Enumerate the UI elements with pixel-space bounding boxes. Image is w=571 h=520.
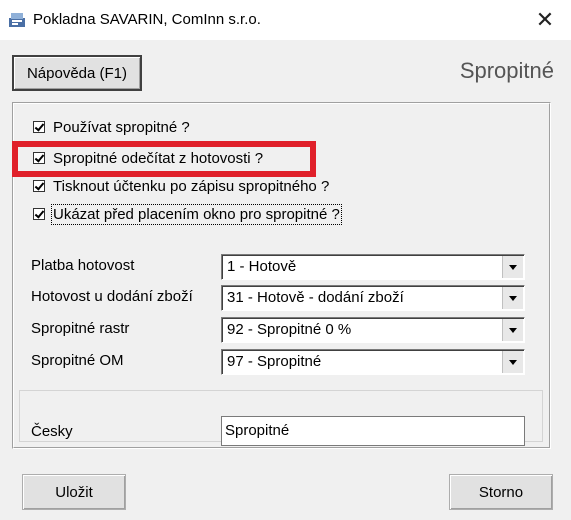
window-title: Pokladna SAVARIN, ComInn s.r.o.	[33, 11, 261, 28]
app-icon	[9, 13, 25, 27]
checkbox-print-receipt-label: Tisknout účtenku po zápisu spropitného ?	[53, 177, 330, 195]
label-language: Česky	[31, 423, 73, 440]
section-title: Spropitné	[459, 58, 554, 83]
checkbox-use-tip-box[interactable]	[33, 121, 45, 133]
select-cash-payment[interactable]: 1 - Hotově	[221, 254, 525, 280]
select-tip-raster[interactable]: 92 - Spropitné 0 %	[221, 317, 525, 343]
chevron-down-icon[interactable]	[502, 287, 523, 309]
select-cash-on-delivery[interactable]: 31 - Hotově - dodání zboží	[221, 285, 525, 311]
help-button[interactable]: Nápověda (F1)	[12, 55, 142, 91]
tip-name-input[interactable]: Spropitné	[221, 416, 525, 446]
chevron-down-icon[interactable]	[502, 256, 523, 278]
chevron-down-icon[interactable]	[502, 319, 523, 341]
dialog-window: Pokladna SAVARIN, ComInn s.r.o. ✕ Nápově…	[0, 0, 571, 520]
cancel-button[interactable]: Storno	[449, 474, 553, 510]
label-cash-payment: Platba hotovost	[31, 257, 135, 274]
highlight-annotation	[12, 141, 316, 177]
checkbox-use-tip[interactable]: Používat spropitné ?	[33, 116, 190, 138]
label-cash-on-delivery: Hotovost u dodání zboží	[31, 288, 193, 305]
select-tip-om[interactable]: 97 - Spropitné	[221, 349, 525, 375]
label-tip-om: Spropitné OM	[31, 352, 124, 369]
label-tip-raster: Spropitné rastr	[31, 320, 130, 337]
checkbox-show-window-box[interactable]	[33, 208, 45, 220]
select-tip-om-value: 97 - Spropitné	[227, 353, 322, 370]
select-cash-on-delivery-value: 31 - Hotově - dodání zboží	[227, 289, 404, 306]
select-tip-raster-value: 92 - Spropitné 0 %	[227, 321, 352, 338]
save-button-label: Uložit	[55, 483, 93, 501]
checkbox-show-window[interactable]: Ukázat před placením okno pro spropitné …	[33, 203, 342, 225]
select-cash-payment-value: 1 - Hotově	[227, 258, 297, 275]
checkbox-use-tip-label: Používat spropitné ?	[53, 118, 190, 136]
checkbox-print-receipt-box[interactable]	[33, 180, 45, 192]
chevron-down-icon[interactable]	[502, 351, 523, 373]
checkbox-print-receipt[interactable]: Tisknout účtenku po zápisu spropitného ?	[33, 175, 329, 197]
cancel-button-label: Storno	[478, 483, 524, 501]
title-bar[interactable]: Pokladna SAVARIN, ComInn s.r.o. ✕	[0, 0, 571, 40]
close-icon[interactable]: ✕	[525, 4, 565, 36]
save-button[interactable]: Uložit	[22, 474, 126, 510]
checkbox-show-window-label: Ukázat před placením okno pro spropitné …	[51, 203, 342, 225]
